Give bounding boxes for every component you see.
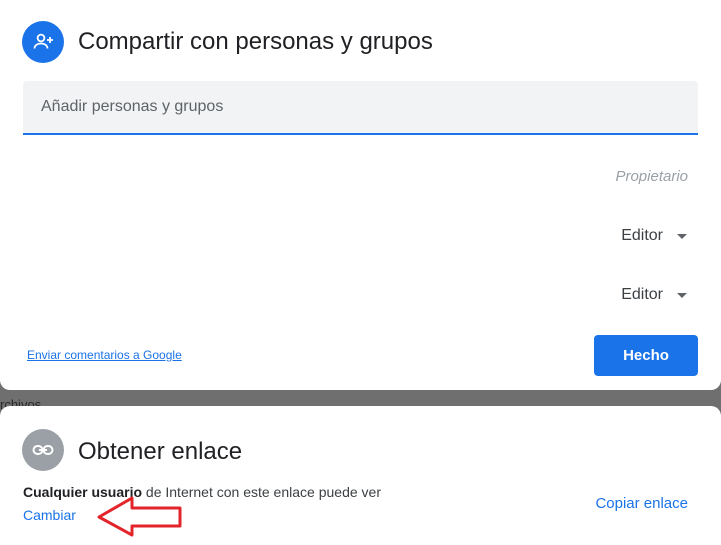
caret-down-icon — [677, 292, 687, 298]
caret-down-icon — [677, 233, 687, 239]
add-people-field[interactable] — [23, 81, 698, 135]
editor-role-dropdown[interactable]: Editor — [621, 282, 687, 308]
dialog-title: Compartir con personas y grupos — [78, 28, 433, 55]
copy-link-button[interactable]: Copiar enlace — [595, 495, 688, 512]
link-access-description: Cualquier usuario de Internet con este e… — [23, 484, 381, 500]
feedback-link[interactable]: Enviar comentarios a Google — [27, 348, 182, 362]
role-label: Editor — [621, 227, 663, 244]
share-dialog: Compartir con personas y grupos Propieta… — [0, 0, 721, 390]
done-button[interactable]: Hecho — [594, 335, 698, 376]
add-people-input[interactable] — [23, 81, 698, 133]
red-arrow-annotation — [97, 496, 182, 537]
change-link[interactable]: Cambiar — [23, 507, 76, 523]
owner-role-label: Propietario — [615, 168, 688, 185]
person-add-icon — [22, 21, 64, 63]
get-link-title: Obtener enlace — [78, 438, 243, 465]
role-label: Editor — [621, 286, 663, 303]
editor-role-dropdown[interactable]: Editor — [621, 223, 687, 249]
link-icon — [22, 429, 64, 471]
